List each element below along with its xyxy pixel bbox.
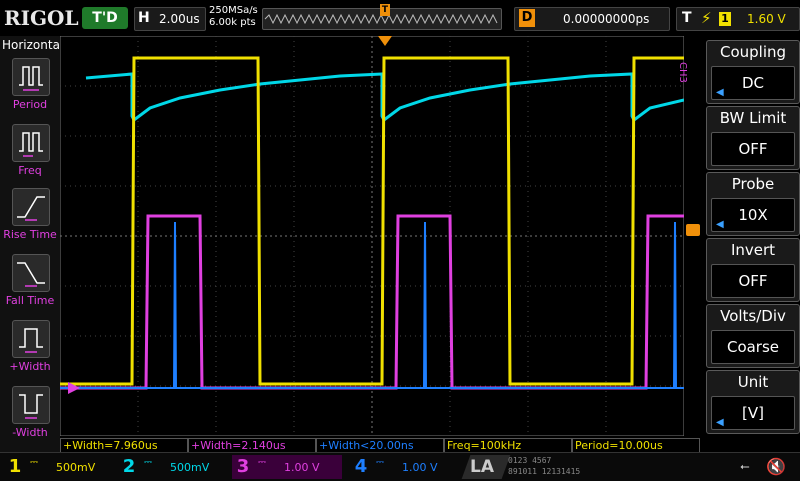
ch3-number: 3	[236, 456, 250, 477]
period-label: Period	[12, 98, 48, 111]
dc-coupling-icon: ⎓	[30, 457, 38, 468]
measure-fall-time-button[interactable]: Fall Time	[0, 254, 60, 320]
measure-rise-time-button[interactable]: Rise Time	[0, 188, 60, 254]
usb-icon: ⭠	[740, 459, 750, 473]
ch3-scale: 1.00 V	[284, 461, 320, 474]
ch3-tag: CH3	[677, 62, 688, 83]
volts-div-value: Coarse	[711, 330, 795, 364]
rising-edge-icon: ⚡	[701, 9, 712, 27]
speaker-mute-icon[interactable]: 🔇	[766, 457, 786, 476]
ch1-scale: 500mV	[56, 461, 96, 474]
measure-freq-button[interactable]: Freq	[0, 124, 60, 190]
unit-value: ◀ [V]	[711, 396, 795, 430]
horizontal-measure-menu: Horizontal Period Freq Rise Time Fall Ti…	[0, 36, 64, 452]
bw-limit-label: BW Limit	[719, 109, 787, 127]
waveform-grid	[59, 35, 685, 437]
negative-width-icon	[12, 386, 50, 424]
bw-limit-value: OFF	[711, 132, 795, 166]
acquisition-info: 250MSa/s 6.00k pts	[209, 5, 258, 29]
invert-label: Invert	[730, 241, 776, 259]
unit-label: Unit	[737, 373, 769, 391]
measurement-bar: +Width=7.960us +Width=2.140us +Width<20.…	[60, 438, 700, 453]
measurement-item[interactable]: +Width=2.140us	[188, 438, 316, 453]
trigger-position-marker[interactable]: T	[380, 4, 390, 16]
delay-label: D	[519, 9, 535, 27]
delay-box[interactable]: D 0.00000000ps	[514, 7, 670, 31]
fall-time-label: Fall Time	[5, 294, 55, 307]
la-digits-row2: 891011 12131415	[508, 467, 581, 476]
trigger-level: 1.60 V	[747, 12, 786, 26]
period-icon	[12, 58, 50, 96]
channel-status-bar: 1 ⎓ 500mV 2 ⎓ 500mV 3 ⎓ 1.00 V 4 ⎓ 1.00 …	[0, 452, 800, 481]
select-arrow-icon: ◀	[716, 219, 724, 230]
coupling-label: Coupling	[719, 43, 787, 61]
unit-value-text: [V]	[742, 404, 764, 422]
coupling-softkey[interactable]: Coupling ◀ DC	[706, 40, 800, 104]
ch4-number: 4	[354, 456, 368, 477]
trigger-level-marker[interactable]	[686, 224, 700, 236]
measurement-item[interactable]: +Width<20.00ns	[316, 438, 444, 453]
frequency-icon	[12, 124, 50, 162]
ch1-number: 1	[8, 456, 22, 477]
ch1-status[interactable]: 1 ⎓ 500mV	[4, 455, 114, 479]
measurement-item[interactable]: +Width=7.960us	[60, 438, 188, 453]
volts-div-label: Volts/Div	[720, 307, 786, 325]
coupling-value-text: DC	[741, 74, 765, 92]
ch2-status[interactable]: 2 ⎓ 500mV	[118, 455, 228, 479]
memory-depth: 6.00k pts	[209, 17, 256, 28]
rise-time-icon	[12, 188, 50, 226]
trigger-box[interactable]: T ⚡ 1 1.60 V	[676, 7, 800, 31]
invert-softkey[interactable]: Invert OFF	[706, 238, 800, 302]
ch2-number: 2	[122, 456, 136, 477]
rise-time-label: Rise Time	[3, 228, 57, 241]
volts-div-softkey[interactable]: Volts/Div Coarse	[706, 304, 800, 368]
timebase-box[interactable]: H 2.00us	[134, 7, 206, 31]
ch2-scale: 500mV	[170, 461, 210, 474]
measurement-item[interactable]: Period=10.00us	[572, 438, 700, 453]
trigger-source: 1	[719, 12, 731, 26]
run-status-badge[interactable]: T'D	[82, 7, 128, 29]
dc-coupling-icon: ⎓	[144, 457, 152, 468]
ch3-status[interactable]: 3 ⎓ 1.00 V	[232, 455, 342, 479]
dc-coupling-icon: ⎓	[376, 457, 384, 468]
probe-value: ◀ 10X	[711, 198, 795, 232]
channel3-menu: Coupling ◀ DC BW Limit OFF Probe ◀ 10X Inv…	[704, 36, 800, 434]
trigger-label: T	[682, 10, 692, 26]
select-arrow-icon: ◀	[716, 87, 724, 98]
delay-value: 0.00000000ps	[563, 12, 650, 26]
ch4-status[interactable]: 4 ⎓ 1.00 V	[350, 455, 460, 479]
measure-positive-width-button[interactable]: +Width	[0, 320, 60, 386]
measurement-item[interactable]: Freq=100kHz	[444, 438, 572, 453]
measure-negative-width-button[interactable]: -Width	[0, 386, 60, 452]
menu-title: Horizontal	[2, 38, 64, 52]
unit-softkey[interactable]: Unit ◀ [V]	[706, 370, 800, 434]
top-status-bar: RIGOL T'D H 2.00us 250MSa/s 6.00k pts T …	[0, 0, 800, 36]
select-arrow-icon: ◀	[716, 417, 724, 428]
waveform-display[interactable]	[59, 35, 685, 437]
timebase-label: H	[138, 10, 150, 26]
positive-width-icon	[12, 320, 50, 358]
negative-width-label: -Width	[12, 426, 48, 439]
bw-limit-softkey[interactable]: BW Limit OFF	[706, 106, 800, 170]
probe-softkey[interactable]: Probe ◀ 10X	[706, 172, 800, 236]
probe-value-text: 10X	[738, 206, 768, 224]
logic-analyzer-button[interactable]: LA	[470, 457, 494, 477]
positive-width-label: +Width	[9, 360, 51, 373]
timebase-value: 2.00us	[159, 12, 200, 26]
fall-time-icon	[12, 254, 50, 292]
la-digits-row1: 0123 4567	[508, 456, 552, 465]
la-channel-digits: 0123 4567 891011 12131415	[508, 455, 598, 479]
measure-period-button[interactable]: Period	[0, 58, 60, 124]
dc-coupling-icon: ⎓	[258, 457, 266, 468]
brand-logo: RIGOL	[4, 6, 79, 30]
ch4-scale: 1.00 V	[402, 461, 438, 474]
coupling-value: ◀ DC	[711, 66, 795, 100]
invert-value: OFF	[711, 264, 795, 298]
probe-label: Probe	[731, 175, 775, 193]
sample-rate: 250MSa/s	[209, 5, 258, 16]
freq-label: Freq	[18, 164, 42, 177]
